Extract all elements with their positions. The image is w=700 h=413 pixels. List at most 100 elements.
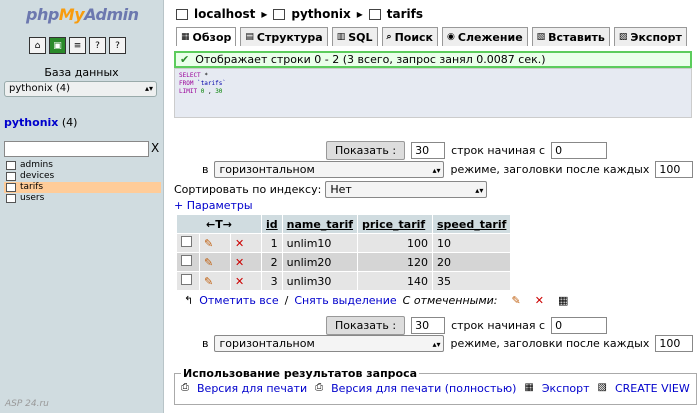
table-filter-input[interactable]	[4, 141, 149, 157]
logo-php: php	[26, 5, 59, 24]
display-mode-select-bottom[interactable]: горизонтальном ▴▾	[214, 335, 445, 352]
delete-icon[interactable]: ✕	[231, 234, 261, 252]
sidebar-toolbar: ⌂ ▣ ≡ ? ?	[29, 37, 126, 54]
docs-icon[interactable]: ?	[89, 37, 106, 54]
edit-icon[interactable]: ✎	[200, 272, 230, 290]
options-link[interactable]: + Параметры	[174, 199, 253, 212]
query-results-links: ⎙ Версия для печати ⎙ Версия для печати …	[181, 382, 690, 395]
sql-icon[interactable]: ≡	[69, 37, 86, 54]
sql-icon: ▥	[336, 32, 346, 42]
with-selected-label: С отмеченными:	[402, 294, 498, 307]
table-item-admins[interactable]: admins	[4, 160, 161, 171]
column-header-name-tarif[interactable]: name_tarif	[282, 215, 357, 233]
help-icon[interactable]: ?	[109, 37, 126, 54]
table-icon	[6, 161, 16, 170]
breadcrumb-database[interactable]: pythonix	[291, 7, 350, 21]
rows-count-input[interactable]: 30	[411, 142, 446, 159]
tab-structure[interactable]: ▤ Структура	[240, 27, 328, 46]
uncheck-all-link[interactable]: Снять выделение	[294, 294, 396, 307]
column-resize-arrows[interactable]: ←T→	[177, 215, 261, 233]
rows-label: строк начиная с	[451, 319, 546, 332]
tab-browse[interactable]: ▦ Обзор	[176, 27, 237, 46]
tab-label: Обзор	[192, 30, 232, 44]
start-row-input-bottom[interactable]: 0	[551, 317, 608, 334]
database-icon	[273, 8, 286, 20]
check-all-link[interactable]: Отметить все	[199, 294, 278, 307]
row-checkbox[interactable]	[181, 236, 192, 247]
print-full-icon: ⎙	[315, 382, 324, 393]
show-button[interactable]: Показать :	[326, 141, 406, 160]
cell-price-tarif: 120	[358, 253, 432, 271]
delete-icon[interactable]: ✕	[231, 253, 261, 271]
export-icon: ▨	[618, 32, 628, 42]
query-results-legend: Использование результатов запроса	[183, 367, 418, 380]
repeat-headers-input[interactable]: 100	[655, 161, 694, 178]
breadcrumb-server[interactable]: localhost	[194, 7, 255, 21]
column-header-id[interactable]: id	[262, 215, 282, 233]
sql-table: `tarifs`	[197, 80, 226, 87]
sort-index-value: Нет	[330, 183, 352, 196]
sort-index-select[interactable]: Нет ▴▾	[325, 181, 488, 198]
nav-bottom-row1: Показать : 30 строк начиная с 0	[326, 316, 608, 335]
success-text: Отображает строки 0 - 2 (3 всего, запрос…	[195, 53, 546, 66]
create-view-icon: ▧	[597, 382, 607, 393]
query-window-icon[interactable]: ▣	[49, 37, 66, 54]
clear-filter-button[interactable]: X	[151, 141, 159, 155]
current-database[interactable]: pythonix (4)	[4, 116, 77, 129]
delete-selected-icon[interactable]: ✕	[535, 294, 544, 307]
row-checkbox[interactable]	[181, 255, 192, 266]
print-view-link[interactable]: Версия для печати	[197, 382, 307, 395]
row-checkbox-cell	[177, 272, 199, 290]
tab-label: Экспорт	[630, 30, 682, 44]
tab-label: Слежение	[457, 30, 523, 44]
table-item-devices[interactable]: devices	[4, 171, 161, 182]
table-item-tarifs[interactable]: tarifs	[4, 182, 161, 193]
main-panel: localhost ▸ pythonix ▸ tarifs ▦ Обзор ▤ Ст…	[164, 0, 700, 413]
tab-export[interactable]: ▨ Экспорт	[613, 27, 687, 46]
database-select[interactable]: pythonix (4) ▴▾	[4, 81, 157, 97]
show-button-bottom[interactable]: Показать :	[326, 316, 406, 335]
edit-icon[interactable]: ✎	[200, 253, 230, 271]
tracking-icon: ◉	[447, 32, 455, 42]
table-item-label: users	[20, 193, 45, 203]
row-checkbox-cell	[177, 253, 199, 271]
rows-count-input-bottom[interactable]: 30	[411, 317, 446, 334]
tab-insert[interactable]: ▧ Вставить	[531, 27, 610, 46]
export-selected-icon[interactable]: ▦	[558, 294, 568, 307]
breadcrumb-table[interactable]: tarifs	[387, 7, 423, 21]
breadcrumb: localhost ▸ pythonix ▸ tarifs	[176, 7, 423, 21]
tab-tracking[interactable]: ◉ Слежение	[442, 27, 528, 46]
table-row: ✎ ✕ 1 unlim10 100 10	[177, 234, 511, 252]
print-view-full-link[interactable]: Версия для печати (полностью)	[331, 382, 516, 395]
table-item-users[interactable]: users	[4, 193, 161, 204]
results-table: ←T→ id name_tarif price_tarif speed_tari…	[176, 214, 511, 291]
phpmyadmin-logo[interactable]: phpMyAdmin	[26, 5, 139, 24]
tab-label: Вставить	[548, 30, 605, 44]
home-icon[interactable]: ⌂	[29, 37, 46, 54]
row-checkbox-cell	[177, 234, 199, 252]
edit-selected-icon[interactable]: ✎	[512, 294, 521, 307]
delete-icon[interactable]: ✕	[231, 272, 261, 290]
column-header-speed-tarif[interactable]: speed_tarif	[433, 215, 511, 233]
row-checkbox[interactable]	[181, 274, 192, 285]
logo-my: My	[58, 5, 85, 24]
table-item-label: admins	[20, 160, 53, 170]
tab-sql[interactable]: ▥ SQL	[331, 27, 378, 46]
repeat-headers-input-bottom[interactable]: 100	[655, 335, 694, 352]
sql-keyword: LIMIT	[179, 88, 198, 95]
check-icon: ✔	[180, 53, 190, 66]
column-header-price-tarif[interactable]: price_tarif	[358, 215, 432, 233]
start-row-input[interactable]: 0	[551, 142, 608, 159]
create-view-link[interactable]: CREATE VIEW	[615, 382, 690, 395]
mode-label: режиме, заголовки после каждых	[450, 337, 650, 350]
cell-price-tarif: 140	[358, 272, 432, 290]
tab-label: SQL	[348, 30, 373, 44]
edit-icon[interactable]: ✎	[200, 234, 230, 252]
table-icon	[6, 172, 16, 181]
export-link[interactable]: Экспорт	[542, 382, 590, 395]
table-icon	[6, 194, 16, 203]
display-mode-select[interactable]: горизонтальном ▴▾	[214, 161, 445, 178]
tab-search[interactable]: ⌕ Поиск	[381, 27, 439, 46]
table-icon	[368, 8, 381, 20]
chevron-updown-icon: ▴▾	[144, 84, 153, 93]
